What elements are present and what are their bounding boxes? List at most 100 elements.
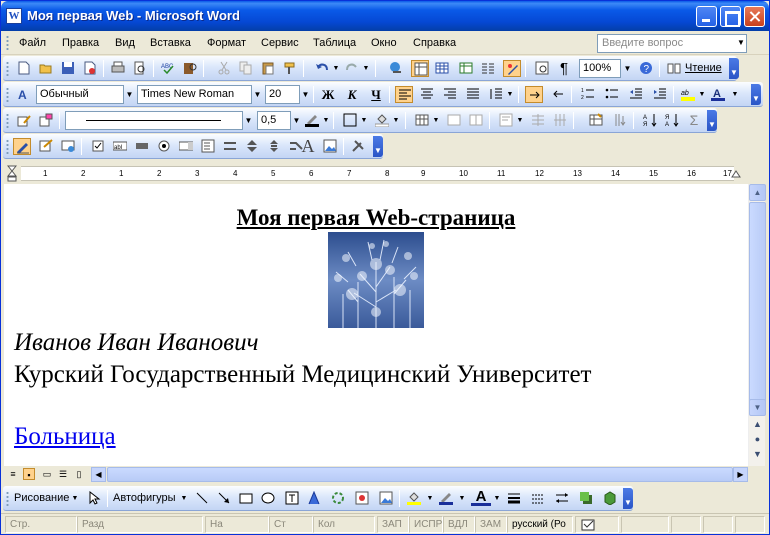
chevron-down-icon[interactable]: ▼	[180, 490, 188, 507]
radio-control-button[interactable]	[155, 138, 173, 155]
right-indent-marker-icon[interactable]	[731, 168, 741, 178]
toolbar-grip[interactable]	[6, 139, 9, 155]
chevron-down-icon[interactable]: ▼	[731, 86, 739, 103]
3d-style-button[interactable]	[601, 490, 619, 507]
font-combo[interactable]: Times New Roman	[137, 85, 252, 104]
numbering-button[interactable]: 12	[579, 86, 597, 103]
chevron-down-icon[interactable]: ▼	[698, 86, 706, 103]
line-style-button[interactable]	[505, 490, 523, 507]
chevron-down-icon[interactable]: ▼	[362, 60, 370, 77]
bullets-button[interactable]	[603, 86, 621, 103]
toolbar-options-chevron[interactable]: ▼	[729, 58, 739, 79]
chevron-down-icon[interactable]: ▼	[322, 112, 330, 129]
control-toolbox-button[interactable]	[349, 138, 367, 155]
arrow-style-button[interactable]	[553, 490, 571, 507]
shading-color-button[interactable]	[373, 112, 391, 129]
scroll-up-button[interactable]: ▲	[749, 184, 766, 201]
show-hide-button[interactable]: ¶	[557, 60, 571, 77]
toolbar-grip[interactable]	[6, 491, 9, 507]
autosum-button[interactable]: Σ	[685, 112, 703, 129]
hospital-link[interactable]: Больница	[14, 423, 116, 451]
read-button[interactable]: Чтение	[685, 60, 727, 77]
line-spacing-button[interactable]	[487, 86, 505, 103]
shadow-style-button[interactable]	[577, 490, 595, 507]
eraser-button[interactable]	[37, 112, 55, 129]
cell-align-button[interactable]	[497, 112, 515, 129]
vertical-scrollbar[interactable]: ▲ ▼ ▲ ● ▼	[748, 184, 766, 466]
wordart-button[interactable]	[305, 490, 323, 507]
toolbar-options-chevron[interactable]: ▼	[751, 84, 761, 105]
text-direction-button[interactable]	[611, 112, 629, 129]
reading-view-icon[interactable]: ▯	[73, 468, 85, 480]
document-canvas[interactable]: Моя первая Web-страница Иванов Иван Иван…	[4, 184, 748, 466]
font-size-combo[interactable]: 20	[265, 85, 300, 104]
menu-tools[interactable]: Сервис	[261, 37, 299, 49]
select-objects-button[interactable]	[85, 490, 103, 507]
undo-button[interactable]	[313, 60, 331, 77]
toolbar-grip[interactable]	[6, 113, 9, 129]
horizontal-scroll-thumb[interactable]	[107, 467, 733, 482]
status-record-macro[interactable]: ЗАП	[377, 516, 409, 533]
align-center-button[interactable]	[418, 86, 436, 103]
chevron-down-icon[interactable]: ▼	[506, 86, 514, 103]
maximize-button[interactable]	[720, 6, 741, 27]
scroll-right-button[interactable]: ▶	[733, 467, 748, 482]
properties-button[interactable]	[37, 138, 55, 155]
word-app-icon[interactable]: W	[6, 8, 22, 24]
menu-window[interactable]: Окно	[371, 37, 397, 49]
select-browse-object-icon[interactable]: ●	[749, 433, 766, 446]
scroll-left-button[interactable]: ◀	[91, 467, 106, 482]
line-tool-button[interactable]	[193, 490, 211, 507]
menu-edit[interactable]: Правка	[62, 37, 99, 49]
chevron-down-icon[interactable]: ▼	[392, 112, 400, 129]
web-layout-view-icon[interactable]: ▪	[23, 468, 35, 480]
line-color-button[interactable]	[437, 490, 455, 507]
align-left-button[interactable]	[395, 86, 413, 103]
clipart-button[interactable]	[353, 490, 371, 507]
draw-table-button[interactable]	[15, 112, 33, 129]
font-color-button[interactable]: A	[471, 489, 491, 506]
status-track-changes[interactable]: ИСПР	[409, 516, 443, 533]
menu-file[interactable]: Файл	[19, 37, 46, 49]
chevron-down-icon[interactable]: ▼	[735, 35, 747, 51]
insert-table-button[interactable]	[433, 60, 451, 77]
paste-button[interactable]	[259, 60, 277, 77]
textbox-tool-button[interactable]	[283, 490, 301, 507]
distribute-columns-button[interactable]	[551, 112, 569, 129]
previous-page-icon[interactable]: ▲	[749, 418, 766, 431]
chevron-down-icon[interactable]: ▼	[622, 59, 633, 78]
dash-style-button[interactable]	[529, 490, 547, 507]
toolbar-options-chevron[interactable]: ▼	[707, 110, 717, 131]
menu-insert[interactable]: Вставка	[150, 37, 191, 49]
save-button[interactable]	[59, 60, 77, 77]
toolbar-options-chevron[interactable]: ▼	[373, 136, 383, 157]
drawing-menu-button[interactable]: Рисование	[14, 492, 69, 504]
copy-button[interactable]	[237, 60, 255, 77]
minimize-button[interactable]	[696, 6, 717, 27]
insert-excel-button[interactable]	[457, 60, 475, 77]
textarea-control-button[interactable]	[133, 138, 151, 155]
indent-marker-icon[interactable]	[6, 165, 18, 182]
ask-question-input[interactable]: Введите вопрос	[597, 34, 747, 53]
chevron-down-icon[interactable]: ▼	[71, 490, 79, 507]
menu-format[interactable]: Формат	[207, 37, 246, 49]
redo-button[interactable]	[343, 60, 361, 77]
research-button[interactable]	[181, 60, 199, 77]
cut-button[interactable]	[215, 60, 233, 77]
chevron-down-icon[interactable]: ▼	[360, 112, 368, 129]
font-color-button[interactable]: A	[709, 86, 727, 103]
line-weight-combo[interactable]: 0,5	[257, 111, 291, 130]
chevron-down-icon[interactable]: ▼	[291, 111, 302, 130]
print-preview-button[interactable]	[131, 60, 149, 77]
autoformat-table-button[interactable]	[587, 112, 605, 129]
line-style-combo[interactable]	[65, 111, 243, 130]
close-button[interactable]	[744, 6, 765, 27]
oval-tool-button[interactable]	[259, 490, 277, 507]
chevron-down-icon[interactable]: ▼	[458, 490, 466, 507]
split-cells-button[interactable]	[467, 112, 485, 129]
dropdown-control-button[interactable]	[177, 138, 195, 155]
reset-control-button[interactable]	[265, 138, 283, 155]
textbox-control-button[interactable]: abl	[111, 138, 129, 155]
highlight-button[interactable]: ab	[679, 86, 697, 103]
decrease-indent-button[interactable]	[627, 86, 645, 103]
